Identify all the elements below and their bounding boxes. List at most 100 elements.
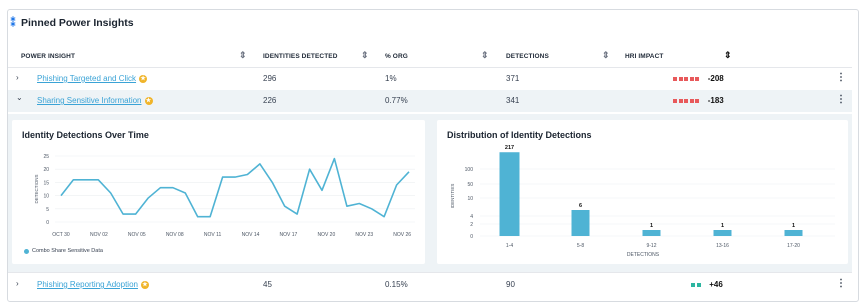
identities-value: 296: [263, 74, 277, 83]
y-tick-label: 25: [43, 154, 49, 160]
chart-legend: Combo Share Sensitive Data: [24, 248, 103, 254]
bar: [571, 210, 590, 236]
x-tick-label: NOV 14: [242, 232, 260, 238]
more-options-icon[interactable]: ⋮: [836, 94, 846, 105]
divider: [8, 272, 852, 273]
x-tick-label: NOV 02: [90, 232, 108, 238]
y-tick-label: 2: [470, 222, 473, 228]
insight-detail-panel: Identity Detections Over Time 0 5 10 15 20 25…: [8, 114, 852, 272]
bar-value-label: 1: [721, 223, 724, 229]
impact-square: [689, 98, 694, 103]
impact-square: [684, 98, 688, 103]
table-row[interactable]: › Phishing Targeted and Click ★ 296 1% 37…: [8, 68, 852, 90]
identities-value: 226: [263, 96, 277, 105]
line-chart-panel: Identity Detections Over Time 0 5 10 15 20 25…: [12, 120, 425, 264]
col-org[interactable]: % ORG: [385, 53, 408, 60]
pin-icon: ⁑: [10, 17, 16, 29]
org-value: 0.77%: [385, 96, 408, 105]
expand-chevron-icon[interactable]: ›: [16, 279, 19, 288]
sort-icon[interactable]: ⇕: [239, 50, 247, 61]
hri-impact-value: +46: [709, 280, 723, 289]
impact-square: [691, 282, 695, 287]
detections-value: 90: [506, 280, 515, 289]
x-tick-label: NOV 05: [128, 232, 146, 238]
detections-value: 371: [506, 74, 520, 83]
bar-chart: 0 2 4 10 50 100 IDENTITIES 217 1-4 6 5-8 1 9-12 1 13-1…: [450, 145, 835, 258]
series-line: [60, 157, 410, 218]
x-tick-label: NOV 20: [317, 232, 335, 238]
hri-impact-indicator: +46: [691, 280, 723, 289]
impact-square: [695, 98, 699, 103]
impact-square: [678, 98, 683, 103]
bar: [784, 230, 803, 236]
bar-value-label: 1: [650, 223, 653, 229]
impact-square: [689, 76, 694, 81]
sort-icon[interactable]: ⇕: [602, 50, 610, 61]
y-tick-label: 50: [467, 182, 473, 188]
y-axis-label: DETECTIONS: [34, 174, 39, 203]
impact-square: [696, 282, 701, 287]
bar-value-label: 217: [505, 145, 514, 151]
bar: [713, 230, 732, 236]
line-chart: 0 5 10 15 20 25 DETECTIONS OCT 30 NOV 02 NOV 05 NO…: [34, 154, 415, 238]
x-tick-label: NOV 11: [204, 232, 222, 238]
hri-impact-indicator: -183: [673, 96, 724, 105]
x-tick-label: 9-12: [646, 243, 656, 249]
sort-icon[interactable]: ⇕: [361, 50, 369, 61]
more-options-icon[interactable]: ⋮: [836, 72, 846, 83]
y-tick-label: 15: [43, 180, 49, 186]
table-row[interactable]: › Phishing Reporting Adoption ★ 45 0.15% …: [8, 274, 852, 296]
bar-chart-panel: Distribution of Identity Detections 0241…: [437, 120, 848, 264]
y-tick-label: 5: [46, 207, 49, 213]
y-tick-label: 4: [470, 214, 473, 220]
legend-marker: [24, 248, 29, 254]
impact-square: [673, 98, 677, 103]
expand-chevron-icon[interactable]: ›: [16, 73, 19, 82]
hri-impact-value: -183: [707, 96, 724, 105]
star-badge-icon: ★: [139, 74, 148, 83]
card-title-text: Pinned Power Insights: [21, 17, 134, 29]
x-tick-label: NOV 17: [280, 232, 298, 238]
x-tick-label: 1-4: [506, 243, 513, 249]
table-row[interactable]: ⌄ Sharing Sensitive Information ★ 226 0.7…: [8, 90, 852, 112]
org-value: 1%: [385, 74, 397, 83]
x-tick-label: NOV 23: [355, 232, 373, 238]
more-options-icon[interactable]: ⋮: [836, 278, 846, 289]
identities-value: 45: [263, 280, 272, 289]
col-identities-detected[interactable]: IDENTITIES DETECTED: [263, 53, 338, 60]
hri-impact-value: -208: [707, 74, 724, 83]
y-tick-label: 100: [465, 167, 474, 173]
col-power-insight[interactable]: POWER INSIGHT: [21, 53, 75, 60]
y-tick-label: 10: [467, 196, 473, 202]
bar-value-label: 1: [792, 223, 795, 229]
hri-impact-indicator: -208: [673, 74, 724, 83]
collapse-chevron-icon[interactable]: ⌄: [16, 93, 23, 102]
impact-square: [684, 76, 688, 81]
bar-value-label: 6: [579, 203, 582, 209]
x-axis-label: DETECTIONS: [627, 252, 660, 258]
sort-icon[interactable]: ⇕: [481, 50, 489, 61]
y-tick-label: 0: [470, 234, 473, 240]
y-tick-label: 10: [43, 194, 49, 200]
x-tick-label: OCT 30: [52, 232, 70, 238]
col-detections[interactable]: DETECTIONS: [506, 53, 549, 60]
sort-active-icon[interactable]: ⇕: [724, 50, 732, 61]
insight-link[interactable]: Sharing Sensitive Information: [37, 96, 142, 105]
y-tick-label: 0: [46, 220, 49, 226]
col-hri-impact[interactable]: HRI IMPACT: [625, 53, 663, 60]
y-axis-label: IDENTITIES: [450, 184, 455, 209]
x-tick-label: NOV 26: [393, 232, 411, 238]
table-header: POWER INSIGHT ⇕ IDENTITIES DETECTED ⇕ % …: [8, 49, 852, 65]
impact-square: [695, 76, 699, 81]
detections-value: 341: [506, 96, 520, 105]
bar: [499, 152, 520, 236]
x-tick-label: 17-20: [787, 243, 800, 249]
org-value: 0.15%: [385, 280, 408, 289]
star-badge-icon: ★: [144, 96, 153, 105]
legend-label: Combo Share Sensitive Data: [32, 248, 103, 254]
insight-link[interactable]: Phishing Reporting Adoption: [37, 280, 138, 289]
insight-link[interactable]: Phishing Targeted and Click: [37, 74, 136, 83]
card-title: ⁑ Pinned Power Insights: [9, 17, 134, 29]
impact-square: [678, 76, 683, 81]
star-badge-icon: ★: [140, 280, 149, 289]
